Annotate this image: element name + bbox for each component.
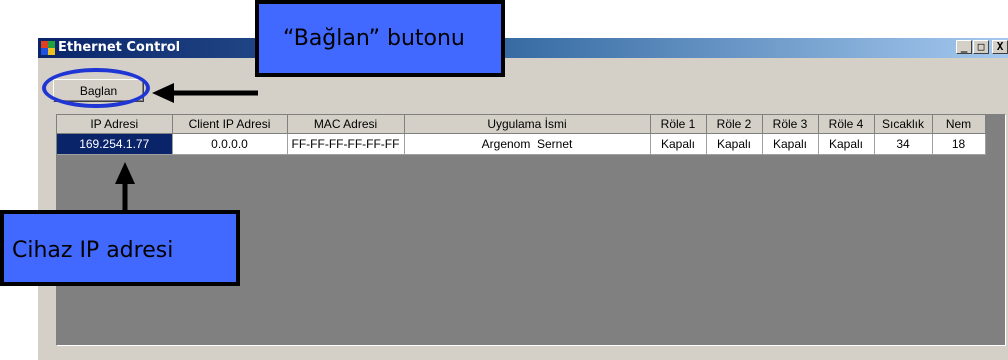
annotation-arrows [115, 83, 258, 210]
arrow-to-connect-button [152, 83, 258, 103]
arrow-to-ip-cell [115, 162, 135, 210]
